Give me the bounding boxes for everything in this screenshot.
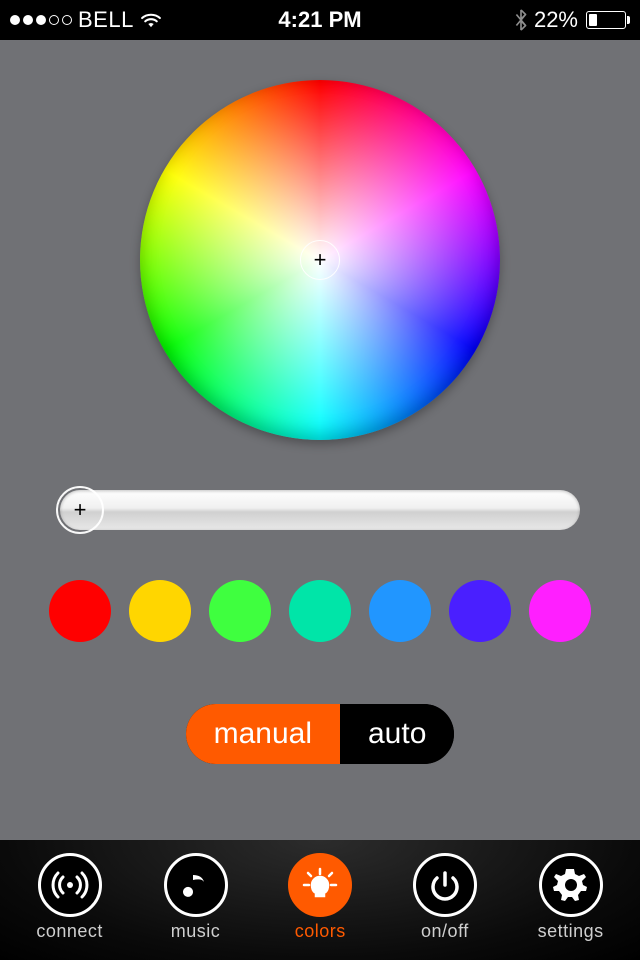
tab-colors[interactable]: colors (288, 853, 352, 942)
bluetooth-icon (514, 9, 528, 31)
preset-swatch-2[interactable] (129, 580, 191, 642)
status-bar-left: BELL (10, 7, 162, 33)
preset-color-row (49, 580, 591, 642)
carrier-label: BELL (78, 7, 134, 33)
slider-track[interactable] (60, 490, 580, 530)
slider-thumb[interactable]: + (56, 486, 104, 534)
preset-swatch-4[interactable] (289, 580, 351, 642)
power-icon (413, 853, 477, 917)
tab-settings[interactable]: settings (538, 853, 604, 942)
preset-swatch-3[interactable] (209, 580, 271, 642)
status-bar-right: 22% (514, 7, 630, 33)
bulb-icon (288, 853, 352, 917)
tab-label: on/off (421, 921, 469, 942)
tab-label: music (171, 921, 221, 942)
signal-icon (38, 853, 102, 917)
mode-toggle[interactable]: manual auto (186, 704, 455, 764)
mode-option-auto[interactable]: auto (340, 704, 454, 764)
tab-music[interactable]: music (164, 853, 228, 942)
preset-swatch-5[interactable] (369, 580, 431, 642)
gear-icon (539, 853, 603, 917)
tab-bar: connect music colors on/off (0, 840, 640, 960)
status-bar: BELL 4:21 PM 22% (0, 0, 640, 40)
main-content: + + manual auto (0, 40, 640, 840)
battery-percent-label: 22% (534, 7, 578, 33)
tab-label: colors (295, 921, 346, 942)
preset-swatch-6[interactable] (449, 580, 511, 642)
tab-onoff[interactable]: on/off (413, 853, 477, 942)
mode-option-manual[interactable]: manual (186, 704, 340, 764)
music-note-icon (164, 853, 228, 917)
battery-icon (584, 11, 630, 29)
signal-strength-icon (10, 15, 72, 25)
tab-label: settings (538, 921, 604, 942)
brightness-slider[interactable]: + (60, 490, 580, 530)
color-wheel[interactable]: + (140, 80, 500, 440)
tab-connect[interactable]: connect (36, 853, 103, 942)
wifi-icon (140, 12, 162, 28)
clock: 4:21 PM (278, 7, 361, 33)
preset-swatch-7[interactable] (529, 580, 591, 642)
tab-label: connect (36, 921, 103, 942)
color-wheel-cursor[interactable]: + (300, 240, 340, 280)
preset-swatch-1[interactable] (49, 580, 111, 642)
